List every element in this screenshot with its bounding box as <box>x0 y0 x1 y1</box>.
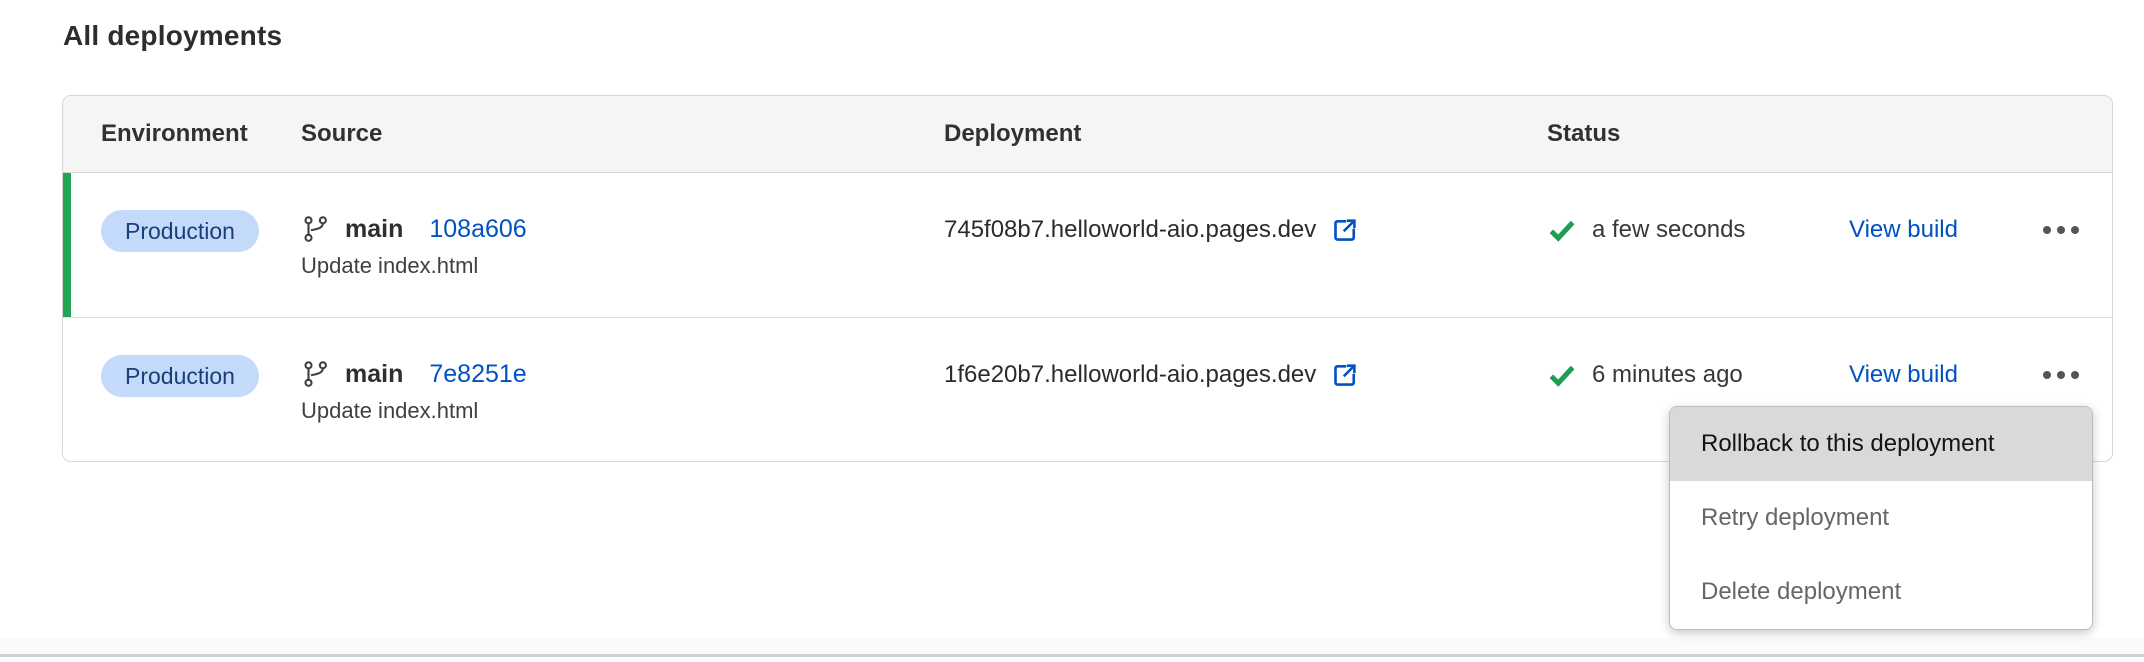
view-build-link[interactable]: View build <box>1849 361 1958 389</box>
deployment-url: 745f08b7.helloworld-aio.pages.dev <box>944 216 1316 244</box>
environment-badge: Production <box>101 210 259 252</box>
footer-divider <box>0 654 2144 657</box>
git-branch-icon <box>301 214 331 244</box>
overflow-menu-icon[interactable] <box>2043 371 2079 379</box>
page-title: All deployments <box>63 20 282 52</box>
column-header-source: Source <box>301 120 944 148</box>
column-header-deployment: Deployment <box>944 120 1547 148</box>
menu-item-rollback[interactable]: Rollback to this deployment <box>1670 407 2092 481</box>
menu-item-delete[interactable]: Delete deployment <box>1670 555 2092 629</box>
branch-name: main <box>345 215 403 244</box>
commit-link[interactable]: 7e8251e <box>429 360 526 389</box>
check-icon <box>1547 360 1577 390</box>
view-build-link[interactable]: View build <box>1849 216 1958 244</box>
overflow-menu-icon[interactable] <box>2043 226 2079 234</box>
table-header-row: Environment Source Deployment Status <box>63 96 2112 173</box>
environment-badge: Production <box>101 355 259 397</box>
deployment-url: 1f6e20b7.helloworld-aio.pages.dev <box>944 361 1316 389</box>
branch-name: main <box>345 360 403 389</box>
status-time: a few seconds <box>1592 216 1745 244</box>
commit-link[interactable]: 108a606 <box>429 215 526 244</box>
commit-message: Update index.html <box>301 253 944 279</box>
footer-strip <box>0 638 2144 654</box>
status-time: 6 minutes ago <box>1592 361 1743 389</box>
column-header-status: Status <box>1547 120 1849 148</box>
deployment-context-menu: Rollback to this deployment Retry deploy… <box>1669 406 2093 630</box>
menu-item-retry[interactable]: Retry deployment <box>1670 481 2092 555</box>
table-row: Production main 108a606 Update index.htm… <box>63 173 2112 317</box>
column-header-environment: Environment <box>101 120 301 148</box>
external-link-icon[interactable] <box>1330 360 1360 390</box>
external-link-icon[interactable] <box>1330 215 1360 245</box>
commit-message: Update index.html <box>301 398 944 424</box>
check-icon <box>1547 215 1577 245</box>
git-branch-icon <box>301 359 331 389</box>
